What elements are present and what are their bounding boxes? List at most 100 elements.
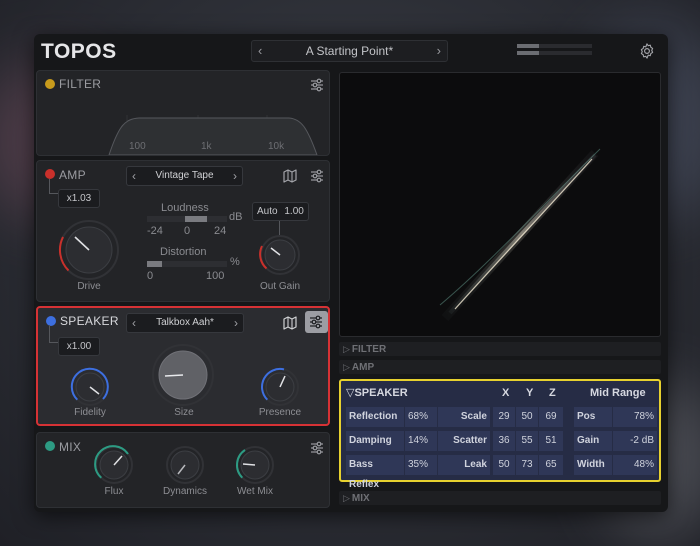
amp-collapsed-header[interactable]: ▷ AMP — [339, 360, 661, 374]
loudness-mid: 0 — [184, 225, 191, 237]
scatter-label: Scatter — [438, 431, 490, 451]
meter-left — [517, 44, 592, 48]
reflection-label: Reflection — [346, 407, 404, 427]
meter-left-fill — [517, 44, 539, 48]
amp-multiplier[interactable]: x1.03 — [58, 189, 100, 208]
loudness-slider-fill — [185, 216, 207, 222]
speaker-model-selector[interactable]: ‹ Talkbox Aah* › — [126, 313, 244, 333]
amp-collapsed-label: AMP — [351, 362, 375, 373]
speaker-panel: SPEAKER ‹ Talkbox Aah* › x1.00 Fidelity — [36, 306, 330, 426]
stereo-visualizer[interactable] — [339, 72, 661, 337]
filter-curve-graph[interactable] — [39, 115, 329, 155]
amp-status-dot[interactable] — [45, 169, 55, 179]
loudness-label: Loudness — [161, 202, 209, 214]
presence-knob[interactable] — [260, 367, 300, 407]
flux-label: Flux — [104, 486, 124, 497]
scatter-z[interactable]: 51 — [539, 431, 563, 451]
loudness-slider[interactable] — [147, 216, 227, 222]
leak-x[interactable]: 50 — [493, 455, 515, 475]
filter-tick-10k: 10k — [268, 141, 285, 152]
preset-next-button[interactable]: › — [437, 41, 441, 61]
preset-prev-button[interactable]: ‹ — [258, 41, 262, 61]
out-gain-connector — [279, 221, 280, 235]
filter-collapsed-label: FILTER — [351, 344, 387, 355]
speaker-settings-button[interactable] — [305, 311, 328, 333]
dynamics-label: Dynamics — [163, 486, 207, 497]
meter-right — [517, 51, 592, 55]
mix-settings-icon[interactable] — [310, 441, 324, 455]
drive-knob[interactable] — [56, 217, 122, 283]
app-logo: TOPOS — [41, 40, 117, 63]
width-value[interactable]: 48% — [613, 455, 657, 475]
speaker-multiplier[interactable]: x1.00 — [58, 337, 100, 356]
mix-title: MIX — [59, 440, 82, 454]
col-z-header: Z — [549, 387, 556, 399]
amp-next-button[interactable]: › — [233, 167, 237, 185]
filter-tick-100: 100 — [129, 141, 146, 152]
filter-settings-icon[interactable] — [310, 78, 324, 92]
pos-label: Pos — [574, 407, 612, 427]
top-bar: TOPOS ‹ A Starting Point* › — [34, 34, 668, 70]
gear-icon[interactable] — [638, 42, 656, 60]
mix-status-dot[interactable] — [45, 441, 55, 451]
filter-status-dot[interactable] — [45, 79, 55, 89]
filter-collapsed-header[interactable]: ▷ FILTER — [339, 342, 661, 356]
mix-collapsed-header[interactable]: ▷ MIX — [339, 491, 661, 505]
loudness-min: -24 — [147, 225, 163, 237]
loudness-unit: dB — [229, 211, 243, 223]
bass-reflex-value[interactable]: 35% — [405, 455, 437, 475]
plugin-window: TOPOS ‹ A Starting Point* › FILTER 100 1… — [34, 34, 668, 512]
amp-map-icon[interactable] — [283, 169, 297, 183]
amp-prev-button[interactable]: ‹ — [132, 167, 136, 185]
meter-right-fill — [517, 51, 539, 55]
scatter-y[interactable]: 55 — [516, 431, 538, 451]
scatter-x[interactable]: 36 — [493, 431, 515, 451]
auto-gain-field[interactable]: Auto 1.00 — [252, 202, 309, 221]
leak-label: Leak — [438, 455, 490, 475]
bass-reflex-label: Bass Reflex — [346, 455, 404, 490]
amp-model-selector[interactable]: ‹ Vintage Tape › — [126, 166, 243, 186]
distortion-min: 0 — [147, 270, 154, 282]
gain-value[interactable]: -2 dB — [613, 431, 657, 451]
mix-collapsed-label: MIX — [351, 493, 370, 504]
damping-label: Damping — [346, 431, 404, 451]
speaker-title: SPEAKER — [60, 314, 119, 328]
size-knob[interactable] — [151, 343, 215, 407]
preset-name: A Starting Point* — [305, 44, 394, 58]
distortion-unit: % — [230, 256, 240, 268]
pos-value[interactable]: 78% — [613, 407, 657, 427]
scale-y[interactable]: 50 — [516, 407, 538, 427]
visualizer-trace — [439, 148, 601, 322]
fidelity-knob[interactable] — [70, 367, 110, 407]
scale-x[interactable]: 29 — [493, 407, 515, 427]
fidelity-label: Fidelity — [74, 407, 106, 418]
amp-model-name: Vintage Tape — [155, 170, 214, 181]
size-label: Size — [174, 407, 194, 418]
out-gain-label: Out Gain — [259, 281, 301, 292]
wet-mix-knob[interactable] — [235, 445, 275, 485]
auto-value: 1.00 — [284, 206, 304, 217]
leak-z[interactable]: 65 — [539, 455, 563, 475]
speaker-prev-button[interactable]: ‹ — [132, 314, 136, 332]
speaker-map-icon[interactable] — [283, 316, 297, 330]
speaker-next-button[interactable]: › — [234, 314, 238, 332]
output-meters — [517, 44, 592, 58]
distortion-max: 100 — [206, 270, 225, 282]
distortion-slider[interactable] — [147, 261, 227, 267]
reflection-value[interactable]: 68% — [405, 407, 437, 427]
flux-knob[interactable] — [94, 445, 134, 485]
amp-settings-icon[interactable] — [310, 169, 324, 183]
col-y-header: Y — [526, 387, 534, 399]
wet-mix-label: Wet Mix — [237, 486, 273, 497]
out-gain-knob[interactable] — [259, 234, 301, 276]
damping-value[interactable]: 14% — [405, 431, 437, 451]
dynamics-knob[interactable] — [165, 445, 205, 485]
preset-selector[interactable]: ‹ A Starting Point* › — [251, 40, 448, 62]
leak-y[interactable]: 73 — [516, 455, 538, 475]
gain-label: Gain — [574, 431, 612, 451]
scale-z[interactable]: 69 — [539, 407, 563, 427]
speaker-connector-line — [49, 325, 58, 343]
expand-arrow-icon: ▷ — [343, 493, 350, 503]
mid-range-header: Mid Range — [590, 387, 646, 399]
speaker-table-title[interactable]: ▽SPEAKER — [346, 386, 408, 399]
